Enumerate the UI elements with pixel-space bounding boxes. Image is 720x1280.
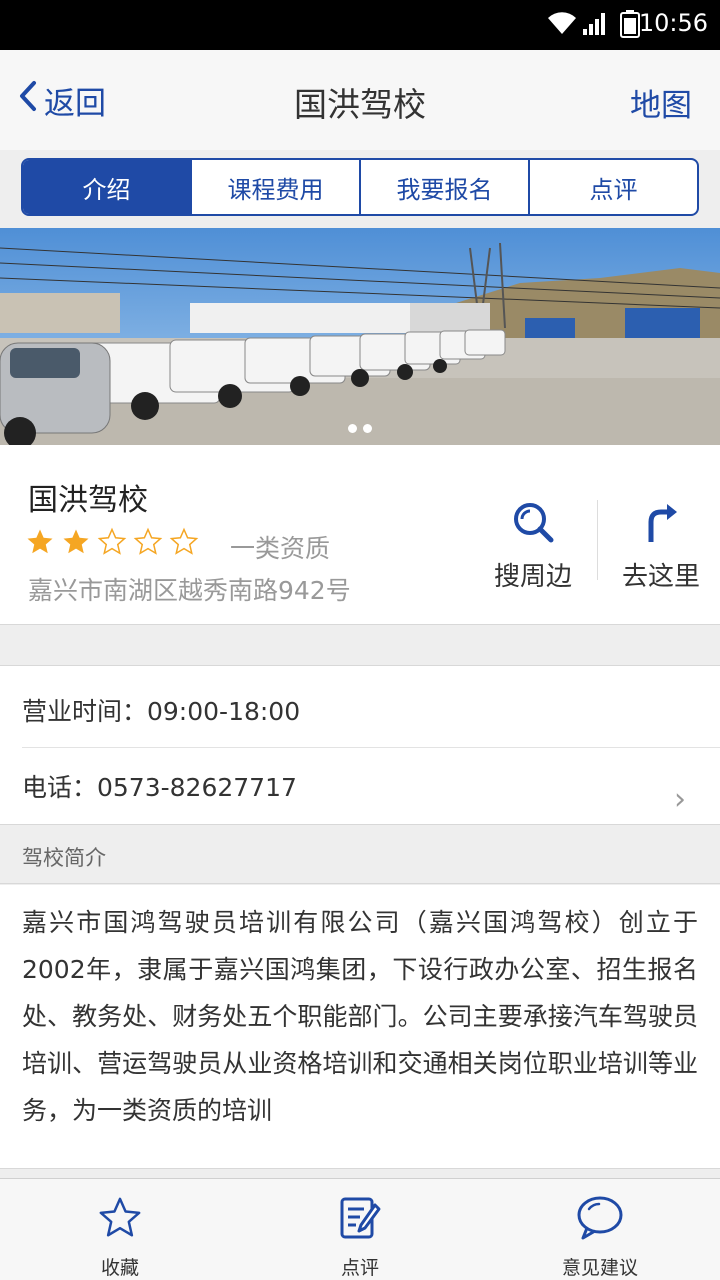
tab-intro[interactable]: 介绍 xyxy=(23,160,190,214)
photo-carousel[interactable] xyxy=(0,228,720,445)
star-empty-icon xyxy=(97,527,127,555)
chat-bubble-icon xyxy=(575,1195,625,1245)
section-header: 驾校简介 xyxy=(0,826,720,884)
edit-icon xyxy=(337,1195,383,1245)
school-info-card: 国洪驾校 一类资质 嘉兴市南湖区越秀南路942号 搜周边 去这里 xyxy=(0,445,720,625)
search-nearby-icon xyxy=(511,503,555,548)
review-label: 点评 xyxy=(340,1257,379,1279)
tab-enroll[interactable]: 我要报名 xyxy=(359,160,528,214)
bottom-toolbar: 收藏 点评 意见建议 xyxy=(0,1178,720,1280)
search-nearby-label: 搜周边 xyxy=(493,562,572,592)
map-button[interactable]: 地图 xyxy=(630,80,692,125)
carousel-indicator xyxy=(0,424,720,433)
carousel-dot xyxy=(348,424,357,433)
turn-right-icon xyxy=(639,504,683,548)
intro-section: 嘉兴市国鸿驾驶员培训有限公司（嘉兴国鸿驾校）创立于2002年，隶属于嘉兴国鸿集团… xyxy=(0,885,720,1169)
star-rating xyxy=(24,527,200,557)
phone-number: 电话：0573-82627717 xyxy=(22,773,297,802)
segmented-tabs: 介绍 课程费用 我要报名 点评 xyxy=(21,158,699,216)
star-icon xyxy=(95,1195,145,1245)
carousel-dot xyxy=(363,424,372,433)
tab-course-fees[interactable]: 课程费用 xyxy=(190,160,359,214)
signal-icon xyxy=(582,12,608,40)
divider xyxy=(22,747,720,748)
nav-bar: 返回 国洪驾校 地图 xyxy=(0,50,720,150)
action-divider xyxy=(597,500,598,580)
star-filled-icon xyxy=(27,529,53,554)
wifi-icon xyxy=(546,10,578,40)
star-empty-icon xyxy=(169,527,199,555)
go-here-button[interactable]: 去这里 xyxy=(601,500,720,593)
review-button[interactable]: 点评 xyxy=(240,1179,480,1280)
detail-list: 营业时间：09:00-18:00 电话：0573-82627717 › xyxy=(0,665,720,825)
clock: 10:56 xyxy=(638,9,708,37)
chevron-right-icon: › xyxy=(674,782,686,817)
carousel-photo xyxy=(0,228,720,445)
intro-text: 嘉兴市国鸿驾驶员培训有限公司（嘉兴国鸿驾校）创立于2002年，隶属于嘉兴国鸿集团… xyxy=(22,908,698,1125)
business-hours: 营业时间：09:00-18:00 xyxy=(22,697,301,726)
page-title: 国洪驾校 xyxy=(294,85,426,124)
school-name: 国洪驾校 xyxy=(28,483,148,518)
favorite-button[interactable]: 收藏 xyxy=(0,1179,240,1280)
school-address: 嘉兴市南湖区越秀南路942号 xyxy=(28,576,351,605)
phone-row[interactable]: 电话：0573-82627717 xyxy=(22,768,720,804)
tab-reviews[interactable]: 点评 xyxy=(528,160,697,214)
section-title: 驾校简介 xyxy=(22,846,106,870)
favorite-label: 收藏 xyxy=(100,1257,139,1279)
status-bar: 10:56 xyxy=(0,0,720,50)
battery-icon xyxy=(620,10,640,42)
star-filled-icon xyxy=(63,529,89,554)
go-here-label: 去这里 xyxy=(621,562,700,592)
star-empty-icon xyxy=(133,527,163,555)
feedback-button[interactable]: 意见建议 xyxy=(480,1179,720,1280)
qualification-label: 一类资质 xyxy=(230,534,331,563)
feedback-label: 意见建议 xyxy=(561,1257,638,1279)
search-nearby-button[interactable]: 搜周边 xyxy=(473,500,593,593)
